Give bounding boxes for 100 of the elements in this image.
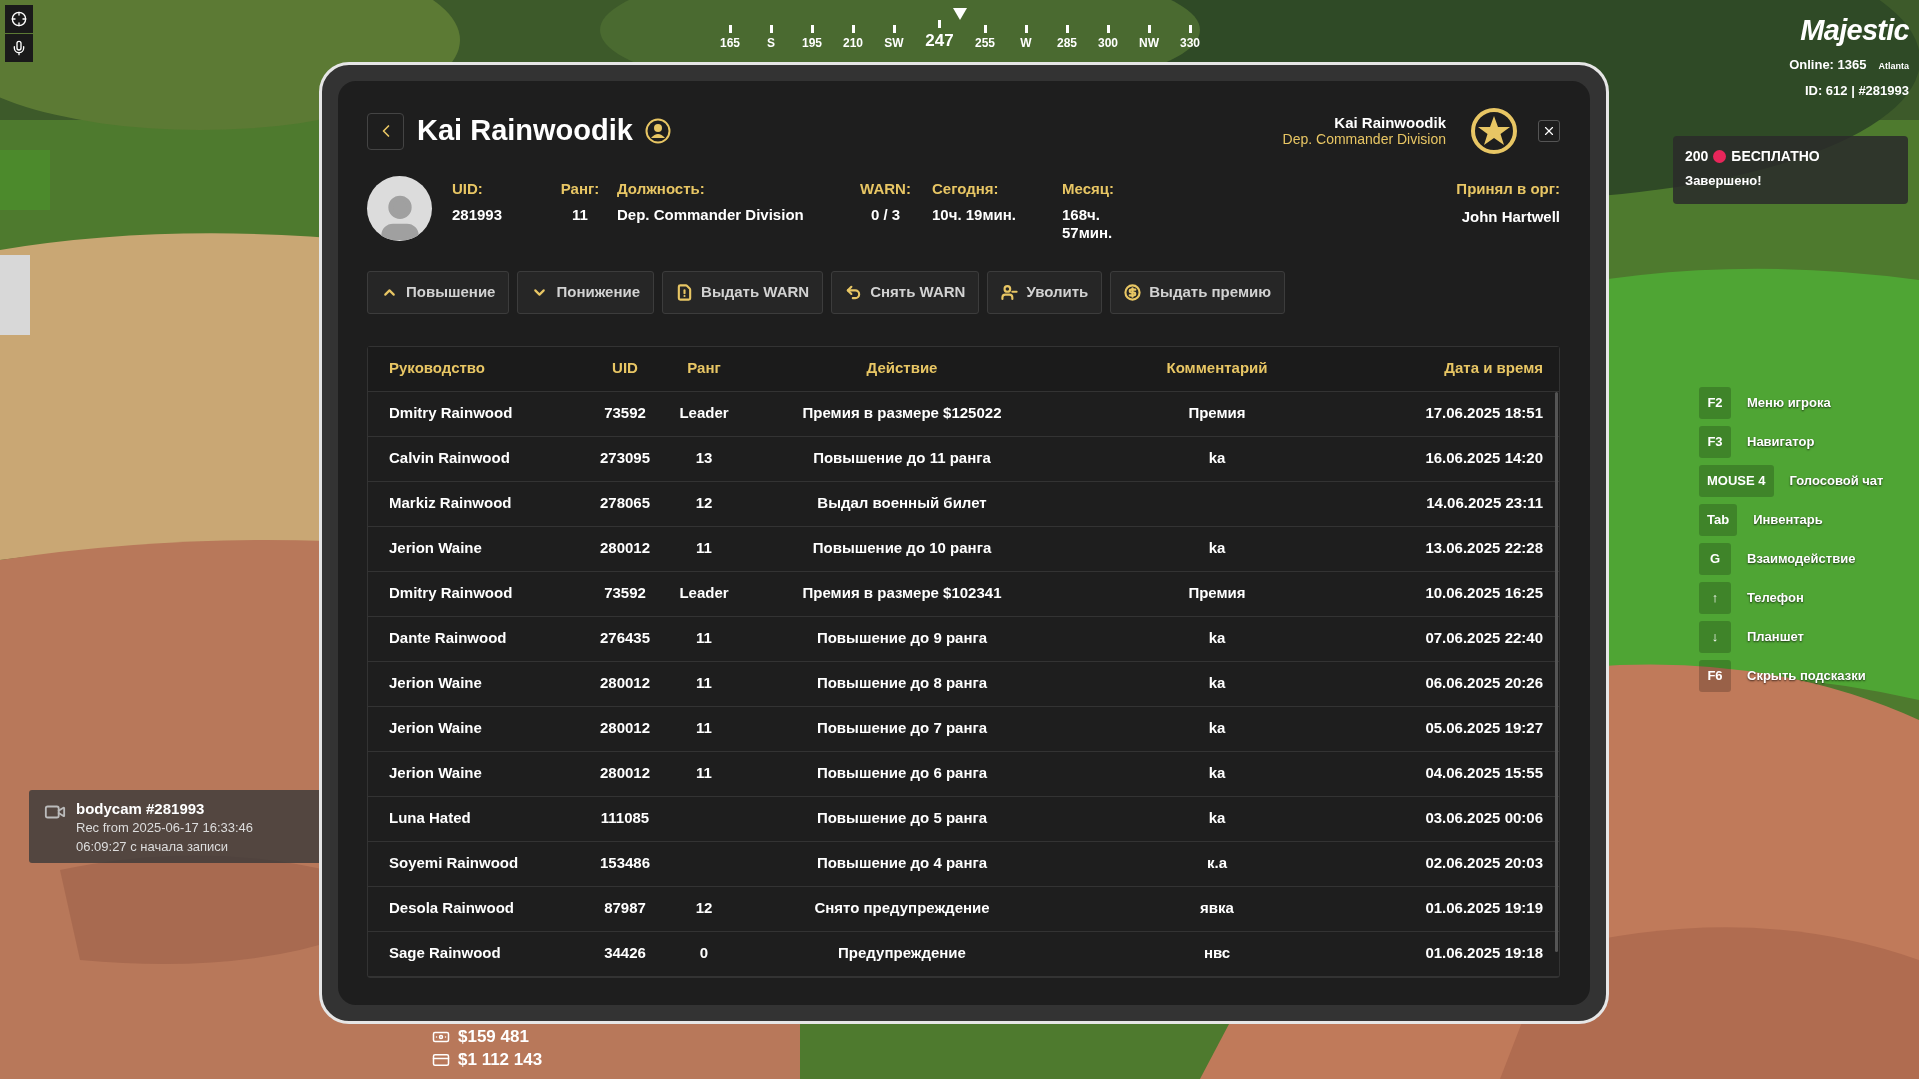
heading-marker-icon [953,8,967,20]
table-cell: Dmitry Rainwood [389,584,513,602]
table-cell: 34426 [604,944,646,962]
compass-mark: 300 [1098,37,1118,49]
action-button[interactable]: Понижение [517,270,655,314]
table-cell: Soyemi Rainwood [389,854,519,872]
table-cell: 111085 [600,809,650,827]
table-cell: Повышение до 10 ранга [812,539,992,557]
compass-mark: SW [884,37,904,49]
column-header: Действие [865,358,939,379]
table-cell: 13 [695,449,713,467]
key-hint: G [1699,543,1731,575]
field-value: 168ч. 57мин. [1062,205,1114,242]
table-cell: 280012 [599,719,651,737]
recording-start: Rec from 2025-06-17 16:33:46 [76,819,254,837]
promo-status: Завершено! [1685,172,1763,190]
compass-mark: 210 [843,37,863,49]
table-cell: 280012 [599,674,651,692]
recording-elapsed: 06:09:27 с начала записи [76,838,230,856]
coin-icon [1124,283,1142,301]
cash-amount: $159 481 [458,1026,529,1047]
action-button[interactable]: Уволить [987,270,1103,314]
action-button[interactable]: Выдать WARN [662,270,824,314]
close-button[interactable] [1538,120,1560,142]
key-hint: ↑ [1699,582,1731,614]
table-cell: Desola Rainwood [389,899,515,917]
promo-label: БЕСПЛАТНО [1731,147,1820,166]
table-cell: Премия [1188,584,1246,602]
field-label: Месяц: [1062,179,1114,199]
table-cell: 01.06.2025 19:19 [1425,899,1543,917]
column-header: Комментарий [1165,358,1269,379]
key-hint: F2 [1699,387,1731,419]
table-cell: 280012 [599,764,651,782]
action-button[interactable]: Повышение [367,270,510,314]
table-cell: Выдал военный билет [817,494,987,512]
compass-mark: 285 [1057,37,1077,49]
hint-label: Голосовой чат [1789,472,1884,491]
table-cell: Премия в размере $102341 [802,584,1002,602]
table-cell: 11 [696,764,712,782]
viewer-name: Kai Rainwoodik [1334,114,1446,131]
field-label: Ранг: [560,179,600,199]
table-cell: Luna Hated [389,809,471,827]
field-value: 10ч. 19мин. [932,205,1016,224]
table-cell: 17.06.2025 18:51 [1425,404,1543,422]
key-hint: F3 [1699,426,1731,458]
table-cell: ka [1208,809,1226,827]
compass-heading: 247 [925,32,954,49]
field-label: WARN: [860,179,911,199]
field-value: John Hartwell [1461,206,1560,227]
table-cell: 280012 [599,539,651,557]
compass-mark: 255 [975,37,995,49]
table-cell: Повышение до 11 ранга [813,449,991,467]
action-button[interactable]: Снять WARN [831,270,980,314]
compass-mark: NW [1139,37,1159,49]
table-cell: Jerion Waine [389,539,482,557]
table-cell: 0 [699,944,709,962]
column-header: UID [611,358,639,379]
field-label: Принял в орг: [1456,179,1560,199]
key-hint: Tab [1699,504,1738,536]
undo-arrow-icon [845,283,863,301]
table-cell: Премия [1188,404,1246,422]
compass-mark: 330 [1180,37,1200,49]
table-cell: Jerion Waine [389,719,482,737]
table-cell: Leader [679,404,729,422]
microphone-button[interactable] [5,34,33,62]
table-cell: Повышение до 6 ранга [816,764,988,782]
key-hint: F6 [1699,660,1731,692]
table-cell: Предупреждение [838,944,966,962]
locate-icon [11,11,27,27]
table-cell: 01.06.2025 19:18 [1425,944,1543,962]
table-cell: Calvin Rainwood [389,449,510,467]
hint-label: Телефон [1747,589,1804,608]
bodycam-title: bodycam #281993 [76,799,206,818]
table-cell: Снято предупреждение [814,899,990,917]
table-cell: 11 [696,674,712,692]
table-cell: 273095 [599,449,651,467]
column-header: Руководство [388,358,486,379]
table-cell: 12 [695,494,713,512]
star-emblem-icon [1470,107,1518,155]
action-button[interactable]: Выдать премию [1110,270,1286,314]
hint-label: Планшет [1747,628,1804,647]
table-cell: 73592 [604,584,646,602]
table-cell: 73592 [604,404,646,422]
hint-label: Инвентарь [1753,511,1823,530]
table-cell: ka [1208,629,1226,647]
field-value: 11 [572,205,588,224]
table-cell: Sage Rainwood [389,944,501,962]
hint-label: Взаимодействие [1747,550,1856,569]
table-cell: Jerion Waine [389,764,482,782]
table-cell: 11 [696,539,712,557]
table-cell: 04.06.2025 15:55 [1425,764,1543,782]
profile-title: Kai Rainwoodik [417,113,633,149]
table-cell: ka [1208,449,1226,467]
table-cell: 02.06.2025 20:03 [1425,854,1543,872]
key-hint: ↓ [1699,621,1731,653]
column-header: Ранг [686,358,722,379]
compass-mark: 165 [720,37,740,49]
hint-label: Навигатор [1747,433,1815,452]
table-cell: Markiz Rainwood [389,494,512,512]
locate-button[interactable] [5,5,33,33]
